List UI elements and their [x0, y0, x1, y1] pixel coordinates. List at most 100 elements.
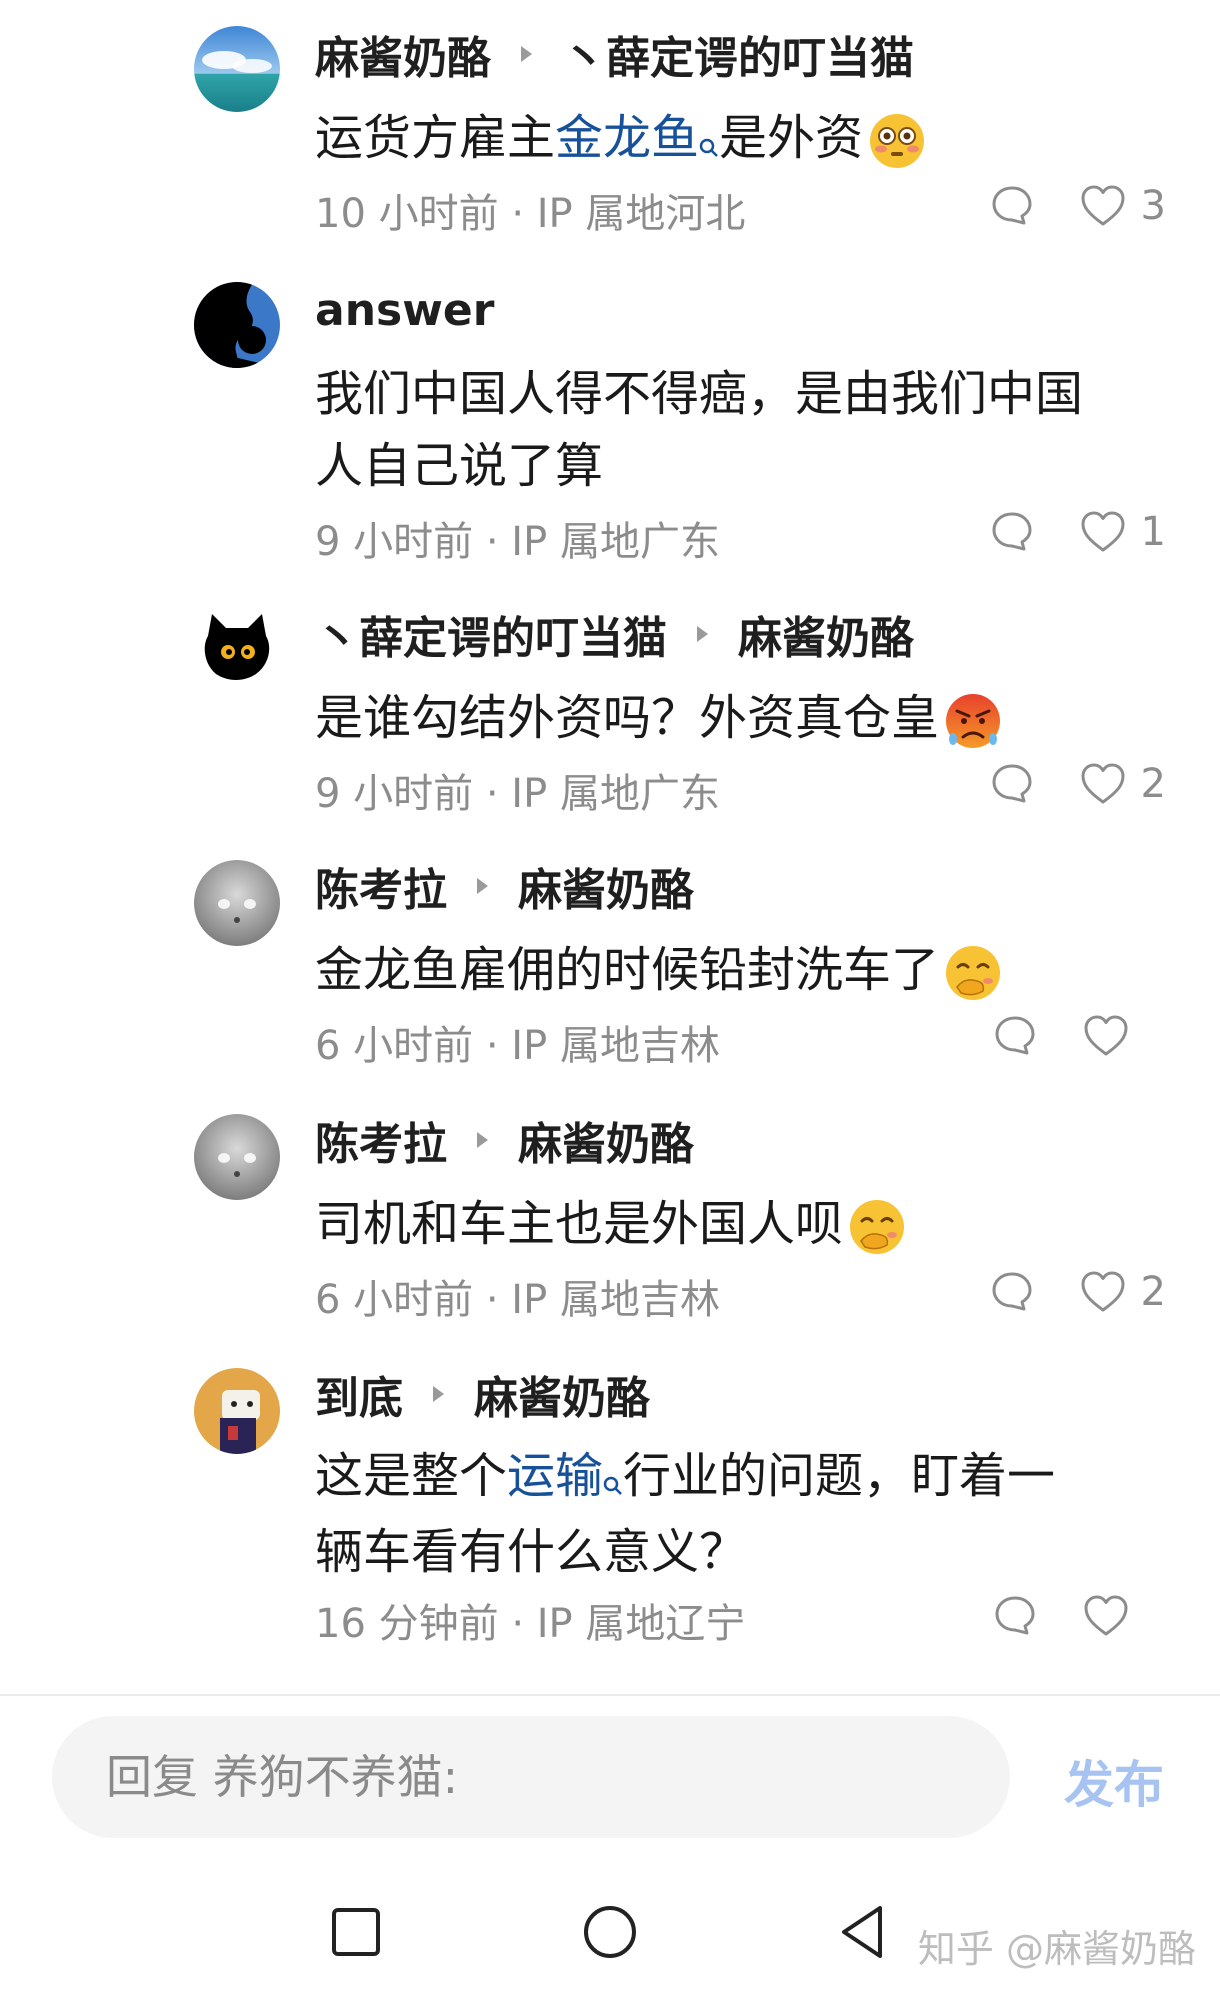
- comment-header: 到底 麻酱奶酪: [315, 1364, 650, 1424]
- avatar[interactable]: [194, 26, 280, 112]
- watermark: 知乎 @麻酱奶酪: [917, 1927, 1196, 1971]
- heart-icon: [1084, 1015, 1128, 1056]
- triangle-back-icon[interactable]: [832, 1900, 896, 1964]
- search-icon: [699, 106, 719, 178]
- comment-meta: 6 小时前 · IP 属地吉林: [315, 1277, 720, 1323]
- search-icon: [603, 1444, 623, 1516]
- text-line: 人自己说了算: [315, 438, 604, 494]
- comment-meta: 9 小时前 · IP 属地广东: [315, 771, 720, 817]
- comment-actions: 1: [945, 502, 1166, 562]
- comment-meta: 6 小时前 · IP 属地吉林: [315, 1023, 720, 1069]
- comment-bubble-icon: [992, 512, 1032, 551]
- text-line: 辆车看有什么意义？: [315, 1524, 748, 1580]
- author-name[interactable]: 到底: [315, 1362, 403, 1426]
- reply-to-name[interactable]: 麻酱奶酪: [738, 602, 914, 666]
- reply-button[interactable]: [992, 1593, 1038, 1639]
- comment-actions: [948, 1586, 1166, 1646]
- text-line: 我们中国人得不得癌，是由我们中国: [315, 366, 1084, 422]
- heart-icon: [1081, 185, 1125, 226]
- reply-to-name[interactable]: 麻酱奶酪: [518, 854, 694, 918]
- author-name[interactable]: answer: [315, 285, 494, 336]
- avatar[interactable]: [194, 1114, 280, 1200]
- author-name[interactable]: 丶薛定谔的叮当猫: [315, 602, 667, 666]
- text-segment: 这是整个: [315, 1448, 508, 1504]
- heart-icon: [1081, 511, 1125, 552]
- comment-header: 陈考拉 麻酱奶酪: [315, 856, 694, 916]
- hand-over-mouth-icon: [943, 943, 1003, 1003]
- angry-face-icon: [943, 691, 1003, 751]
- reply-arrow-icon: [521, 46, 532, 62]
- comment-meta: 16 分钟前 · IP 属地辽宁: [315, 1601, 746, 1647]
- comment-bubble-icon: [992, 1272, 1032, 1311]
- text-segment: 司机和车主也是外国人呗: [315, 1196, 844, 1252]
- avatar[interactable]: [194, 1368, 280, 1454]
- comment-meta: 9 小时前 · IP 属地广东: [315, 519, 720, 565]
- like-count: 2: [1140, 761, 1166, 807]
- comment-header: answer: [315, 280, 494, 340]
- reply-to-name[interactable]: 麻酱奶酪: [518, 1108, 694, 1172]
- avatar[interactable]: [194, 282, 280, 368]
- comment-bubble-icon: [992, 764, 1032, 803]
- comment-header: 麻酱奶酪 丶薛定谔的叮当猫: [315, 24, 914, 84]
- comment-meta: 10 小时前 · IP 属地河北: [315, 191, 746, 237]
- text-segment: 是谁勾结外资吗？外资真仓皇: [315, 690, 940, 746]
- comment-text: 运货方雇主金龙鱼 是外资: [315, 102, 1165, 178]
- like-button[interactable]: 1: [1079, 509, 1166, 555]
- author-name[interactable]: 陈考拉: [315, 1108, 447, 1172]
- heart-icon: [1084, 1595, 1128, 1636]
- reply-button[interactable]: [989, 1269, 1035, 1315]
- reply-to-name[interactable]: 麻酱奶酪: [474, 1362, 650, 1426]
- text-line: 这是整个运输 行业的问题，盯着一: [315, 1440, 1165, 1516]
- search-link[interactable]: 金龙鱼: [555, 110, 699, 166]
- comment-bubble-icon: [992, 186, 1032, 225]
- hand-over-mouth-icon: [847, 1197, 907, 1257]
- like-count: 1: [1140, 509, 1166, 555]
- reply-to-name[interactable]: 丶薛定谔的叮当猫: [562, 22, 914, 86]
- like-count: 3: [1140, 183, 1166, 229]
- comment-actions: 3: [945, 176, 1166, 236]
- like-button[interactable]: 2: [1079, 761, 1166, 807]
- reply-button[interactable]: [989, 761, 1035, 807]
- like-button[interactable]: [1082, 1593, 1166, 1639]
- flushed-face-icon: [867, 111, 927, 171]
- comment-text: 金龙鱼雇佣的时候铅封洗车了: [315, 934, 1165, 1006]
- avatar[interactable]: [194, 860, 280, 946]
- reply-button[interactable]: [992, 1013, 1038, 1059]
- comment-bubble-icon: [995, 1596, 1035, 1635]
- like-button[interactable]: 3: [1079, 183, 1166, 229]
- reply-input-box[interactable]: [52, 1716, 1010, 1838]
- comment-text: 司机和车主也是外国人呗: [315, 1188, 1165, 1260]
- comment-text: 是谁勾结外资吗？外资真仓皇: [315, 682, 1165, 754]
- comment-bubble-icon: [995, 1016, 1035, 1055]
- like-button[interactable]: [1082, 1013, 1166, 1059]
- divider: [0, 1694, 1220, 1696]
- reply-input[interactable]: [104, 1749, 1010, 1805]
- square-recent-icon[interactable]: [324, 1900, 388, 1964]
- heart-icon: [1081, 763, 1125, 804]
- author-name[interactable]: 麻酱奶酪: [315, 22, 491, 86]
- reply-button[interactable]: [989, 183, 1035, 229]
- avatar[interactable]: [194, 606, 280, 692]
- heart-icon: [1081, 1271, 1125, 1312]
- circle-home-icon[interactable]: [578, 1900, 642, 1964]
- comment-text: 这是整个运输 行业的问题，盯着一 辆车看有什么意义？: [315, 1440, 1165, 1588]
- comment-actions: [948, 1006, 1166, 1066]
- publish-button[interactable]: 发布: [1064, 1745, 1164, 1817]
- reply-arrow-icon: [697, 626, 708, 642]
- comment-actions: 2: [945, 754, 1166, 814]
- like-count: 2: [1140, 1269, 1166, 1315]
- comment-actions: 2: [945, 1262, 1166, 1322]
- text-segment: 金龙鱼雇佣的时候铅封洗车了: [315, 942, 940, 998]
- search-link[interactable]: 运输: [507, 1448, 603, 1504]
- reply-arrow-icon: [477, 1132, 488, 1148]
- comment-header: 陈考拉 麻酱奶酪: [315, 1110, 694, 1170]
- text-segment: 行业的问题，盯着一: [623, 1448, 1056, 1504]
- comment-header: 丶薛定谔的叮当猫 麻酱奶酪: [315, 604, 914, 664]
- reply-arrow-icon: [433, 1386, 444, 1402]
- like-button[interactable]: 2: [1079, 1269, 1166, 1315]
- author-name[interactable]: 陈考拉: [315, 854, 447, 918]
- reply-button[interactable]: [989, 509, 1035, 555]
- reply-arrow-icon: [477, 878, 488, 894]
- text-segment: 运货方雇主: [315, 110, 556, 166]
- comment-text: 我们中国人得不得癌，是由我们中国 人自己说了算: [315, 358, 1165, 502]
